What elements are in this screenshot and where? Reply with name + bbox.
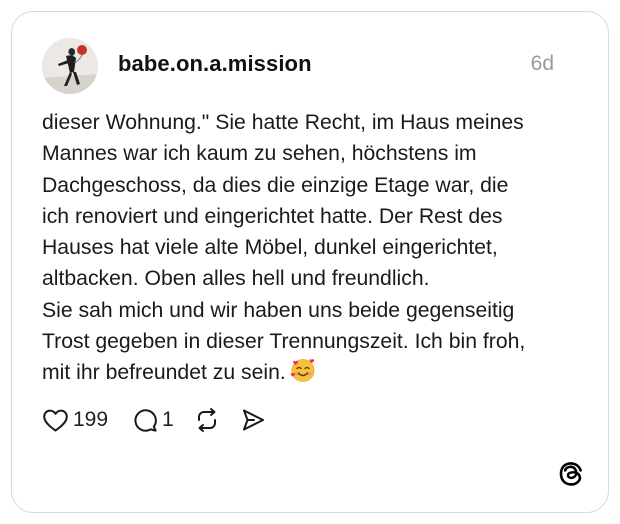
send-icon [242, 409, 264, 431]
share-button[interactable] [240, 405, 266, 435]
repost-icon [197, 408, 216, 432]
post-text: dieser Wohnung." Sie hatte Recht, im Hau… [42, 107, 582, 389]
comment-bubble-icon [134, 409, 157, 432]
post-actions: 199 1 [42, 405, 266, 435]
smiling-face-with-hearts-icon [290, 359, 315, 383]
like-count: 199 [73, 408, 109, 431]
reply-button[interactable]: 1 [132, 405, 174, 435]
like-button[interactable]: 199 [42, 405, 108, 435]
threads-logo-icon[interactable] [557, 460, 585, 488]
avatar[interactable] [42, 38, 98, 94]
username[interactable]: babe.on.a.mission [118, 51, 312, 77]
avatar-image-icon [42, 38, 98, 94]
post-timestamp: 6d [530, 52, 554, 75]
post-body: dieser Wohnung." Sie hatte Recht, im Hau… [42, 111, 526, 385]
repost-button[interactable] [194, 405, 220, 435]
reply-count: 1 [162, 408, 174, 431]
post-card: babe.on.a.mission 6d dieser Wohnung." Si… [11, 11, 609, 513]
heart-icon [43, 409, 68, 431]
